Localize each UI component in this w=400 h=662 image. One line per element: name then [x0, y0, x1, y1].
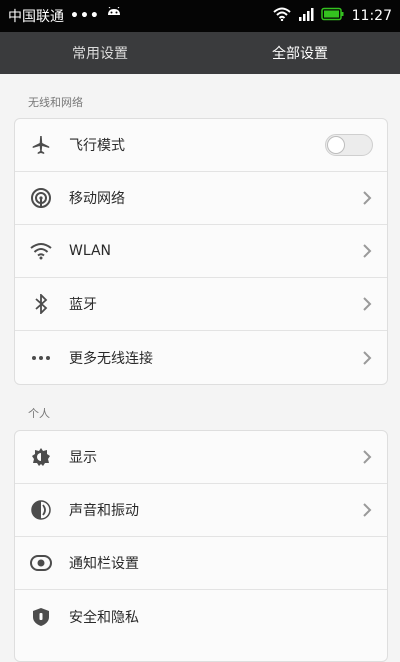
tab-common-settings[interactable]: 常用设置	[0, 32, 200, 74]
section-title-personal: 个人	[28, 407, 50, 420]
row-label: 声音和振动	[69, 503, 139, 519]
status-bar-right: 11:27	[272, 7, 392, 25]
bluetooth-icon	[29, 292, 53, 316]
chevron-right-icon	[361, 350, 373, 366]
airplane-mode-toggle[interactable]	[325, 134, 373, 156]
row-label: 蓝牙	[69, 297, 97, 313]
airplane-icon	[29, 133, 53, 157]
wifi-status-icon	[272, 7, 291, 25]
settings-row-sound-vibration[interactable]: 声音和振动	[15, 484, 387, 537]
cellular-signal-icon	[29, 186, 53, 210]
status-bar-left: 中国联通 •••	[8, 6, 122, 26]
tab-all-settings[interactable]: 全部设置	[200, 32, 400, 74]
toggle-knob	[327, 136, 345, 154]
row-label: 通知栏设置	[69, 556, 139, 572]
notification-dots-icon: •••	[70, 8, 100, 24]
row-label: 更多无线连接	[69, 350, 153, 367]
brightness-icon	[29, 445, 53, 469]
settings-tab-bar: 常用设置 全部设置	[0, 32, 400, 74]
shield-icon	[29, 605, 53, 629]
android-icon	[106, 6, 122, 25]
personal-card: 显示 声音和振动 通知栏设置 安全和隐私	[14, 430, 388, 662]
signal-strength-icon	[298, 7, 314, 25]
clock-time: 11:27	[351, 8, 392, 24]
chevron-right-icon	[361, 296, 373, 312]
carrier-name: 中国联通	[8, 9, 64, 25]
sound-icon	[29, 498, 53, 522]
tab-label: 全部设置	[272, 46, 328, 62]
settings-row-notification-bar[interactable]: 通知栏设置	[15, 537, 387, 590]
chevron-right-icon	[361, 243, 373, 259]
row-label: 显示	[69, 450, 97, 466]
row-label: WLAN	[69, 243, 112, 259]
status-bar: 中国联通 ••• 11:27	[0, 0, 400, 32]
settings-row-display[interactable]: 显示	[15, 431, 387, 484]
battery-icon	[320, 7, 345, 25]
settings-row-more-wireless[interactable]: 更多无线连接	[15, 331, 387, 384]
wireless-networks-card: 飞行模式 移动网络 WLAN 蓝牙 更多无线连接	[14, 118, 388, 385]
wifi-icon	[29, 239, 53, 263]
settings-row-security-privacy[interactable]: 安全和隐私	[15, 590, 387, 643]
row-label: 飞行模式	[69, 138, 125, 154]
settings-row-airplane-mode[interactable]: 飞行模式	[15, 119, 387, 172]
chevron-right-icon	[361, 502, 373, 518]
chevron-right-icon	[361, 190, 373, 206]
more-dots-icon	[29, 346, 53, 370]
settings-row-wlan[interactable]: WLAN	[15, 225, 387, 278]
row-label: 移动网络	[69, 191, 125, 207]
row-label: 安全和隐私	[69, 609, 139, 626]
settings-row-mobile-network[interactable]: 移动网络	[15, 172, 387, 225]
tab-label: 常用设置	[72, 46, 128, 62]
chevron-right-icon	[361, 449, 373, 465]
section-title-wireless-networks: 无线和网络	[28, 96, 83, 109]
notification-icon	[29, 551, 53, 575]
settings-row-bluetooth[interactable]: 蓝牙	[15, 278, 387, 331]
